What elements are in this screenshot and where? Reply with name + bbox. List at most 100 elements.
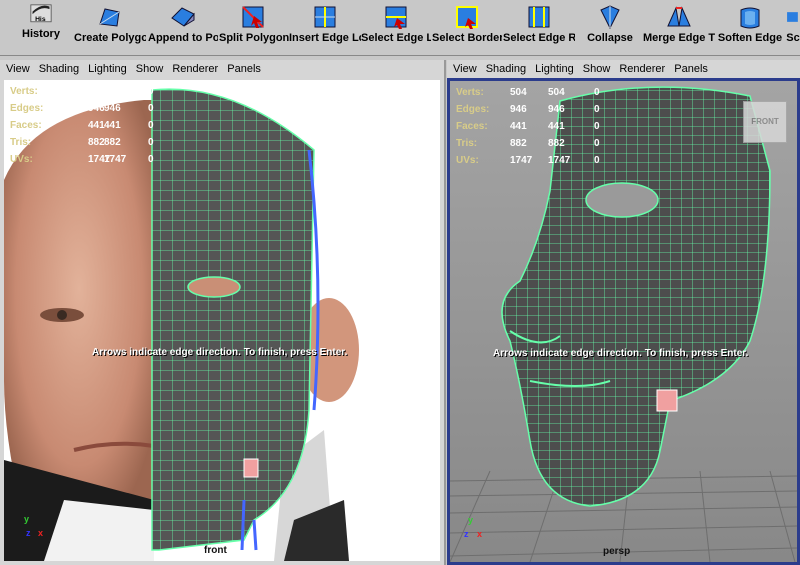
hud-value: 0 (594, 155, 600, 166)
hud-value: 0 (148, 154, 154, 165)
hud-value: 504 (104, 86, 121, 97)
menu-panels[interactable]: Panels (227, 60, 261, 78)
hud-value: 441 (88, 120, 105, 131)
hud-label: Verts: (10, 86, 38, 97)
hud-value: 946 (510, 104, 527, 115)
split-polygon-icon (242, 6, 264, 28)
selected-face-persp (656, 389, 678, 412)
append-polygon-icon (171, 7, 195, 27)
collapse-icon (600, 5, 620, 30)
hud-label: Edges: (456, 104, 490, 115)
history-label: History (22, 28, 60, 40)
menu-lighting[interactable]: Lighting (88, 60, 127, 78)
hud-value: 0 (594, 138, 600, 149)
menu-renderer[interactable]: Renderer (619, 60, 665, 78)
create-polygon-button[interactable]: Create Polygon (74, 4, 146, 52)
menu-panels[interactable]: Panels (674, 60, 708, 78)
select-edge-ring-icon (528, 6, 550, 28)
hud-value: 1747 (510, 155, 533, 166)
persp-view-scene (450, 81, 797, 562)
select-edge-loop-label: Select Edge L (361, 32, 431, 44)
persp-viewport[interactable]: FRONT Verts: 504 504 0 Edges: 946 946 0 Faces:… (447, 78, 800, 565)
selected-face (243, 458, 259, 478)
hud-label: Tris: (10, 137, 32, 148)
history-button[interactable]: His History (18, 4, 64, 52)
status-message: Arrows indicate edge direction. To finis… (92, 347, 348, 358)
merge-edge-icon (667, 6, 691, 27)
hud-value: 882 (510, 138, 527, 149)
view-cube[interactable]: FRONT (743, 101, 787, 143)
mask-eye-hole (187, 276, 241, 298)
menu-shading[interactable]: Shading (486, 60, 526, 78)
hud-label: Edges: (10, 103, 44, 114)
soften-edge-icon (740, 7, 760, 29)
panel-menu-bar: View Shading Lighting Show Renderer Pane… (447, 60, 800, 78)
status-message: Arrows indicate edge direction. To finis… (493, 348, 749, 359)
menu-view[interactable]: View (453, 60, 477, 78)
collapse-button[interactable]: Collapse (585, 4, 635, 52)
axis-y-label: y (24, 514, 30, 524)
hud-label: Tris: (456, 138, 478, 149)
select-border-label: Select Border (432, 32, 502, 44)
hud-value: 504 (510, 87, 527, 98)
hud-value: 882 (548, 138, 565, 149)
tool-shelf: His History Create Polygon Append to Pol… (0, 0, 800, 56)
menu-show[interactable]: Show (583, 60, 611, 78)
hud-value: 0 (148, 86, 154, 97)
merge-edge-button[interactable]: Merge Edge T (643, 4, 715, 52)
select-edge-ring-label: Select Edge R (503, 32, 575, 44)
collapse-label: Collapse (587, 32, 633, 44)
menu-renderer[interactable]: Renderer (172, 60, 218, 78)
append-polygon-button[interactable]: Append to Pol (148, 4, 218, 52)
camera-name: persp (603, 546, 631, 557)
svg-text:His: His (35, 16, 46, 23)
hud-value: 504 (548, 87, 565, 98)
sc-label: Sc (786, 32, 800, 44)
select-edge-ring-button[interactable]: Select Edge R (503, 4, 575, 52)
create-polygon-label: Create Polygon (74, 32, 146, 44)
menu-shading[interactable]: Shading (39, 60, 79, 78)
axis-x-label: x (38, 528, 44, 538)
axis-z-label: z (464, 529, 469, 539)
viewport-panel-persp[interactable]: View Shading Lighting Show Renderer Pane… (447, 60, 800, 565)
hud-label: Verts: (456, 87, 484, 98)
hud-value: 441 (548, 121, 565, 132)
hud-label: UVs: (456, 155, 479, 166)
select-edge-loop-icon (385, 6, 407, 29)
hud-value: 0 (148, 137, 154, 148)
hud-value: 0 (594, 104, 600, 115)
append-polygon-label: Append to Pol (148, 32, 218, 44)
soften-edge-button[interactable]: Soften Edge (716, 4, 784, 52)
camera-name: front (204, 545, 227, 556)
menu-view[interactable]: View (6, 60, 30, 78)
hud-value: 882 (88, 137, 105, 148)
insert-edge-loop-label: Insert Edge Lc (289, 32, 361, 44)
hud-label: Faces: (456, 121, 488, 132)
history-icon: His (30, 4, 52, 23)
hud-value: 441 (510, 121, 527, 132)
panel-menu-bar: View Shading Lighting Show Renderer Pane… (0, 60, 444, 78)
hud-value: 1747 (548, 155, 571, 166)
create-polygon-icon (99, 8, 120, 27)
split-polygon-button[interactable]: Split Polygon (219, 4, 290, 52)
hud-value: 441 (104, 120, 121, 131)
hud-value: 0 (148, 103, 154, 114)
select-edge-loop-button[interactable]: Select Edge L (361, 4, 431, 52)
insert-edge-loop-button[interactable]: Insert Edge Lc (289, 4, 361, 52)
front-viewport[interactable]: Verts: 504 504 0 Edges: 946 946 0 Faces: 441 441… (4, 80, 440, 561)
hud-value: 946 (88, 103, 105, 114)
hud-value: 946 (548, 104, 565, 115)
merge-edge-label: Merge Edge T (643, 32, 715, 44)
menu-show[interactable]: Show (136, 60, 164, 78)
split-polygon-label: Split Polygon (219, 32, 290, 44)
hud-value: 882 (104, 137, 121, 148)
viewport-panel-front[interactable]: View Shading Lighting Show Renderer Pane… (0, 60, 446, 565)
hud-value: 0 (594, 87, 600, 98)
hud-value: 1747 (104, 154, 127, 165)
hud-label: Faces: (10, 120, 42, 131)
hud-value: 0 (148, 120, 154, 131)
menu-lighting[interactable]: Lighting (535, 60, 574, 78)
select-border-button[interactable]: Select Border (432, 4, 502, 52)
sc-button[interactable]: Sc (786, 4, 800, 52)
hud-label: UVs: (10, 154, 33, 165)
